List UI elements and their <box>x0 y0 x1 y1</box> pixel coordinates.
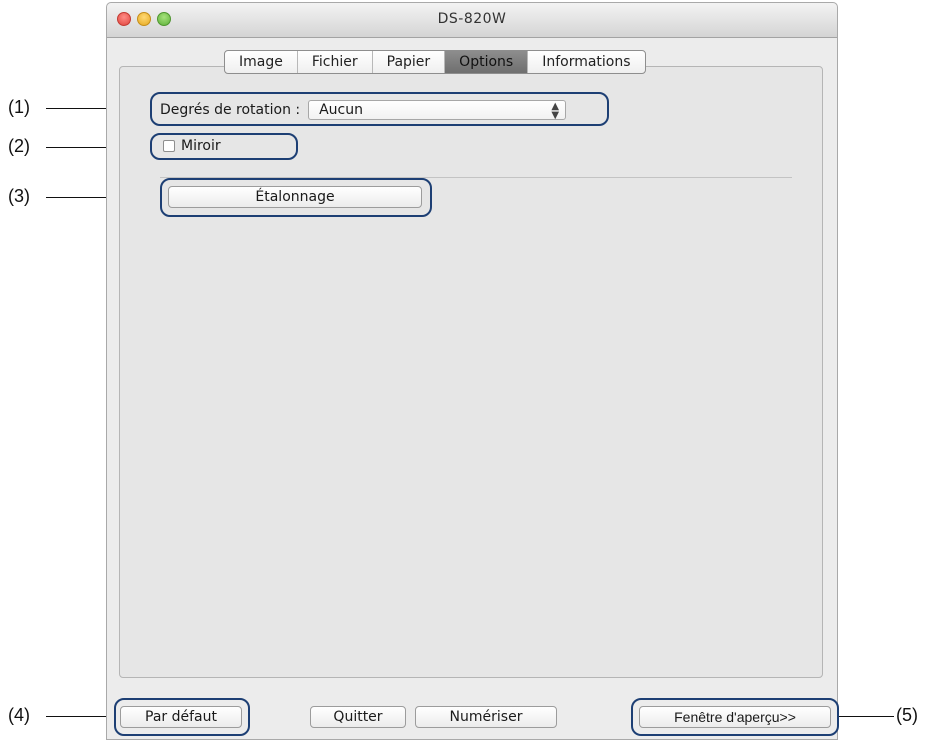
callout-label-3: (3) <box>8 186 30 206</box>
tab-informations[interactable]: Informations <box>528 51 644 73</box>
callout-label-5: (5) <box>896 705 918 725</box>
quit-button[interactable]: Quitter <box>310 706 406 728</box>
callout-line-5 <box>839 716 894 717</box>
tab-fichier[interactable]: Fichier <box>298 51 373 73</box>
tab-papier[interactable]: Papier <box>373 51 446 73</box>
callout-label-4: (4) <box>8 705 30 725</box>
callout-outline-3 <box>160 178 432 217</box>
scan-button[interactable]: Numériser <box>415 706 557 728</box>
callout-label-1: (1) <box>8 97 30 117</box>
callout-outline-1 <box>150 92 609 126</box>
callout-outline-4 <box>114 698 250 736</box>
callout-outline-5 <box>631 698 839 736</box>
callout-line-4 <box>46 716 114 717</box>
title-bar[interactable]: DS-820W <box>107 3 837 38</box>
tab-image[interactable]: Image <box>225 51 298 73</box>
tab-options[interactable]: Options <box>445 51 529 73</box>
callout-label-2: (2) <box>8 136 30 156</box>
tab-bar: Image Fichier Papier Options Information… <box>224 50 646 74</box>
callout-outline-2 <box>150 133 298 160</box>
window-title: DS-820W <box>437 11 507 27</box>
